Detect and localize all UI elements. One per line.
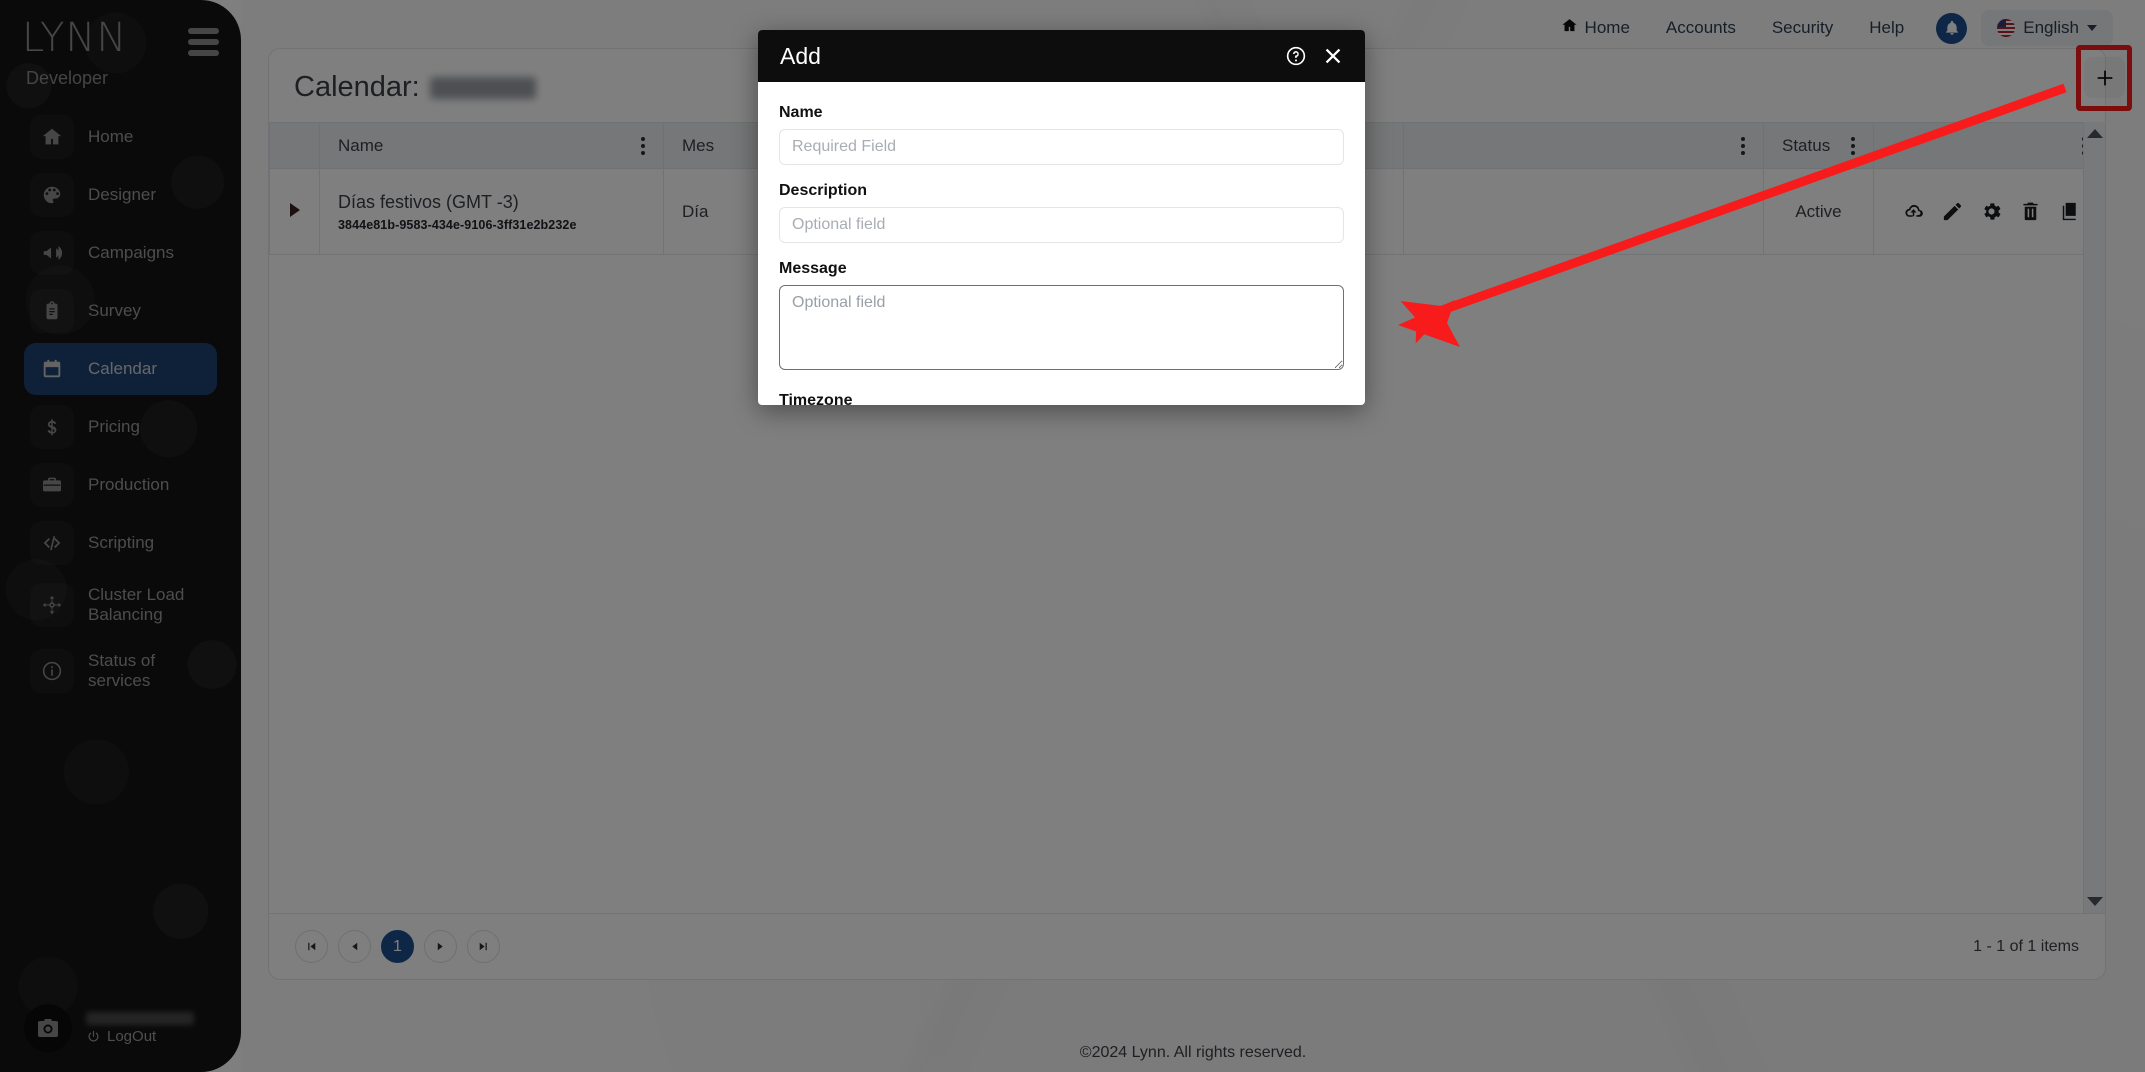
- description-field-label: Description: [779, 182, 868, 199]
- message-field-label: Message: [779, 260, 847, 277]
- app-root: Home Accounts Security Help English: [0, 0, 2145, 1072]
- description-input[interactable]: [779, 207, 1344, 243]
- message-textarea[interactable]: [779, 285, 1344, 370]
- modal-header-actions: [1285, 45, 1343, 67]
- modal-title: Add: [780, 42, 821, 69]
- add-calendar-modal: Add Name Description Message Timezone: [758, 30, 1365, 405]
- close-icon[interactable]: [1323, 46, 1343, 66]
- modal-header: Add: [758, 30, 1365, 82]
- name-field-label: Name: [779, 104, 823, 121]
- help-circle-icon[interactable]: [1285, 45, 1307, 67]
- modal-body: Name Description Message Timezone Create…: [758, 82, 1365, 405]
- name-input[interactable]: [779, 129, 1344, 165]
- timezone-field-label: Timezone: [779, 392, 853, 405]
